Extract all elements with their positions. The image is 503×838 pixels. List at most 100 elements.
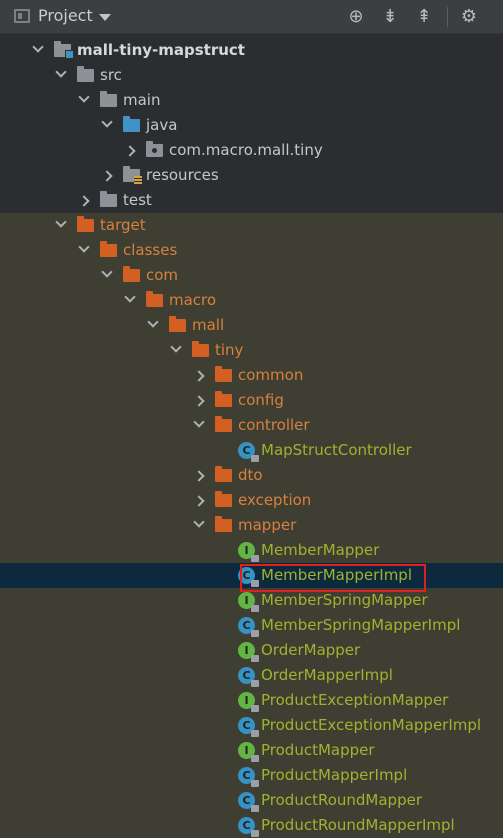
lock-icon: [251, 605, 259, 612]
chevron-down-icon[interactable]: [193, 516, 205, 528]
class-icon: C: [238, 767, 259, 787]
tree-row-mall[interactable]: mall: [0, 313, 503, 338]
excluded-folder-icon: [123, 266, 140, 282]
lock-icon: [251, 655, 259, 662]
class-icon: C: [238, 817, 259, 837]
chevron-down-icon[interactable]: [193, 416, 205, 428]
class-icon: C: [238, 717, 259, 737]
tree-item-label: ProductExceptionMapper: [261, 691, 449, 709]
tree-row-src[interactable]: src: [0, 63, 503, 88]
tree-item-label: java: [146, 116, 178, 134]
tree-row-membermapper[interactable]: I MemberMapper: [0, 538, 503, 563]
resources-folder-icon: [123, 166, 142, 184]
lock-icon: [251, 705, 259, 712]
chevron-down-icon[interactable]: [78, 91, 90, 103]
tree-row-ordermapperimpl[interactable]: C OrderMapperImpl: [0, 663, 503, 688]
tree-row-dto[interactable]: dto: [0, 463, 503, 488]
chevron-right-icon[interactable]: [124, 145, 136, 157]
chevron-right-icon[interactable]: [101, 170, 113, 182]
tree-row-resources[interactable]: resources: [0, 163, 503, 188]
tree-item-label: mapper: [238, 516, 297, 534]
tree-row-com-macro-mall-tiny[interactable]: com.macro.mall.tiny: [0, 138, 503, 163]
tree-row-macro[interactable]: macro: [0, 288, 503, 313]
tree-item-label: com.macro.mall.tiny: [169, 141, 323, 159]
tree-row-productexceptionmapperimpl[interactable]: C ProductExceptionMapperImpl: [0, 713, 503, 738]
project-view-title[interactable]: Project: [38, 6, 93, 25]
tree-item-label: OrderMapperImpl: [261, 666, 393, 684]
chevron-down-icon[interactable]: [101, 266, 113, 278]
excluded-folder-icon: [215, 516, 232, 532]
gear-icon[interactable]: ⚙: [458, 6, 480, 28]
excluded-folder-icon: [215, 491, 232, 507]
chevron-right-icon[interactable]: [193, 395, 205, 407]
tree-row-productmapperimpl[interactable]: C ProductMapperImpl: [0, 763, 503, 788]
tree-row-classes[interactable]: classes: [0, 238, 503, 263]
tree-row-productroundmapperimpl[interactable]: C ProductRoundMapperImpl: [0, 813, 503, 838]
chevron-right-icon[interactable]: [78, 195, 90, 207]
tree-row-mapstructcontroller[interactable]: C MapStructController: [0, 438, 503, 463]
chevron-down-icon[interactable]: [99, 14, 111, 21]
folder-icon: [77, 66, 94, 82]
chevron-down-icon[interactable]: [124, 291, 136, 303]
tree-item-label: test: [123, 191, 152, 209]
tree-item-label: MemberMapper: [261, 541, 380, 559]
excluded-folder-icon: [77, 216, 94, 232]
lock-icon: [251, 780, 259, 787]
chevron-down-icon[interactable]: [32, 41, 44, 53]
folder-icon: [100, 91, 117, 107]
tree-row-tiny[interactable]: tiny: [0, 338, 503, 363]
package-icon: [146, 141, 163, 157]
interface-icon: I: [238, 742, 259, 762]
tree-row-target[interactable]: target: [0, 213, 503, 238]
tree-item-label: ProductRoundMapperImpl: [261, 816, 455, 834]
tree-item-label: OrderMapper: [261, 641, 361, 659]
tree-row-main[interactable]: main: [0, 88, 503, 113]
lock-icon: [251, 680, 259, 687]
lock-icon: [251, 630, 259, 637]
tree-row-mall-tiny-mapstruct[interactable]: mall-tiny-mapstruct: [0, 38, 503, 63]
chevron-down-icon[interactable]: [101, 116, 113, 128]
toolbar-divider: [447, 7, 448, 27]
tree-row-mapper[interactable]: mapper: [0, 513, 503, 538]
highlight-box: [240, 564, 426, 592]
lock-icon: [251, 455, 259, 462]
lock-icon: [251, 830, 259, 837]
tree-row-ordermapper[interactable]: I OrderMapper: [0, 638, 503, 663]
chevron-down-icon[interactable]: [55, 66, 67, 78]
tree-item-label: macro: [169, 291, 217, 309]
tree-row-test[interactable]: test: [0, 188, 503, 213]
excluded-folder-icon: [192, 341, 209, 357]
tree-row-memberspringmapperimpl[interactable]: C MemberSpringMapperImpl: [0, 613, 503, 638]
expand-all-icon[interactable]: ⇟: [379, 6, 401, 28]
chevron-down-icon[interactable]: [170, 341, 182, 353]
tree-row-controller[interactable]: controller: [0, 413, 503, 438]
tree-row-java[interactable]: java: [0, 113, 503, 138]
target-icon[interactable]: ⊕: [345, 6, 367, 28]
chevron-right-icon[interactable]: [193, 370, 205, 382]
chevron-down-icon[interactable]: [78, 241, 90, 253]
class-icon: C: [238, 667, 259, 687]
excluded-folder-icon: [100, 241, 117, 257]
tree-row-config[interactable]: config: [0, 388, 503, 413]
chevron-right-icon[interactable]: [193, 495, 205, 507]
tree-row-common[interactable]: common: [0, 363, 503, 388]
excluded-folder-icon: [215, 466, 232, 482]
tree-item-label: exception: [238, 491, 312, 509]
tree-row-exception[interactable]: exception: [0, 488, 503, 513]
chevron-right-icon[interactable]: [193, 470, 205, 482]
tree-row-productroundmapper[interactable]: C ProductRoundMapper: [0, 788, 503, 813]
chevron-down-icon[interactable]: [55, 216, 67, 228]
excluded-folder-icon: [146, 291, 163, 307]
tree-row-com[interactable]: com: [0, 263, 503, 288]
lock-icon: [251, 755, 259, 762]
collapse-all-icon[interactable]: ⇞: [413, 6, 435, 28]
tree-item-label: dto: [238, 466, 263, 484]
tree-item-label: config: [238, 391, 284, 409]
class-icon: C: [238, 792, 259, 812]
chevron-down-icon[interactable]: [147, 316, 159, 328]
tree-row-productexceptionmapper[interactable]: I ProductExceptionMapper: [0, 688, 503, 713]
tree-item-label: ProductMapper: [261, 741, 375, 759]
tree-item-label: tiny: [215, 341, 244, 359]
tree-row-productmapper[interactable]: I ProductMapper: [0, 738, 503, 763]
interface-icon: I: [238, 692, 259, 712]
